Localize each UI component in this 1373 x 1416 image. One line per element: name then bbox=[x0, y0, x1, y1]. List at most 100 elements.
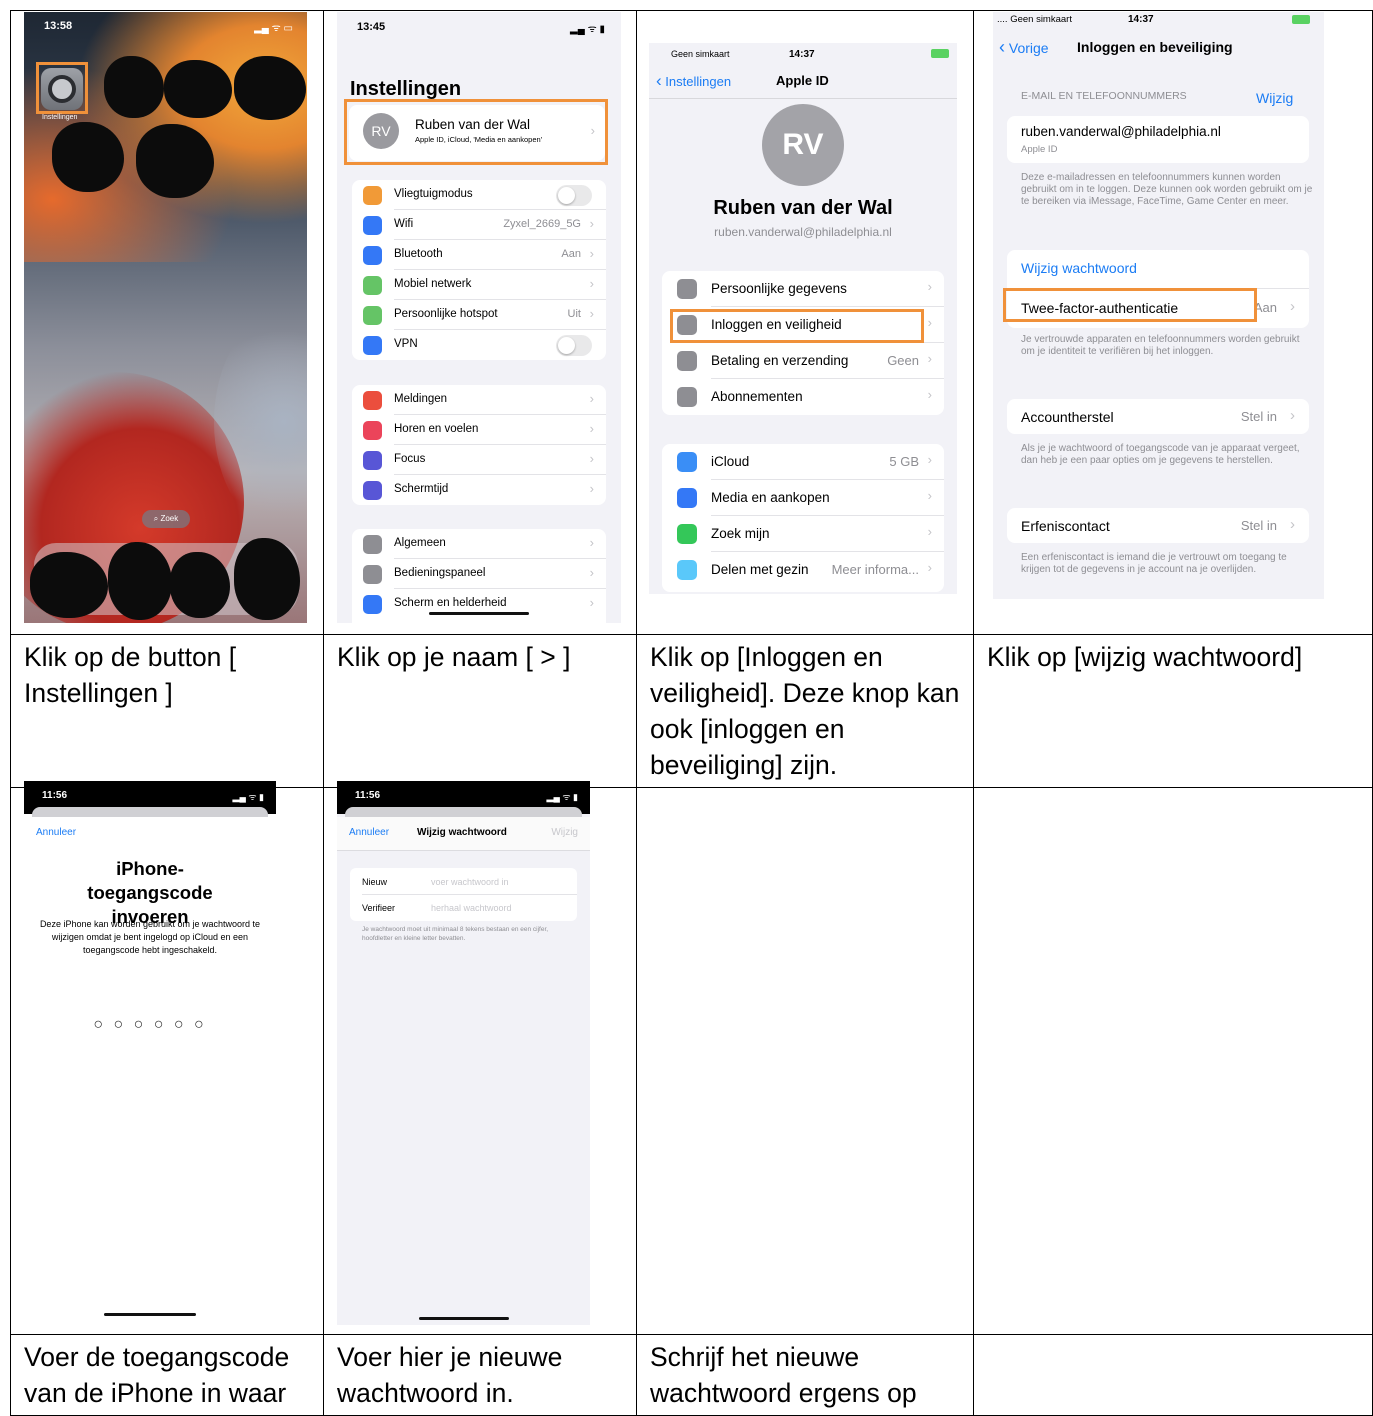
chevron-left-icon: ‹ bbox=[656, 71, 662, 90]
redaction bbox=[234, 56, 306, 120]
toggle-switch[interactable] bbox=[556, 334, 592, 356]
bell-icon bbox=[363, 390, 382, 410]
settings-row[interactable]: Zoek mijn › bbox=[662, 516, 944, 552]
email-card: ruben.vanderwal@philadelphia.nl Apple ID bbox=[1007, 116, 1309, 163]
passcode-dots[interactable]: ○ ○ ○ ○ ○ ○ bbox=[24, 1016, 276, 1034]
email-note: Deze e-mailadressen en telefoonnummers k… bbox=[1021, 172, 1313, 207]
chevron-right-icon: › bbox=[927, 279, 932, 295]
screenshot-settings: 13:45 ▂▄ ᯤ ▮ Instellingen RV Ruben van d… bbox=[337, 12, 621, 623]
settings-row[interactable]: Persoonlijke gegevens › bbox=[662, 271, 944, 307]
settings-row[interactable]: Delen met gezin Meer informa... › bbox=[662, 552, 944, 588]
findmy-icon bbox=[677, 524, 697, 544]
toggle-switch[interactable] bbox=[556, 184, 592, 206]
row-label: Betaling en verzending bbox=[711, 353, 849, 369]
id-card-icon bbox=[677, 279, 697, 299]
cloud-icon bbox=[677, 452, 697, 472]
nav-title: Inloggen en beveiliging bbox=[1077, 39, 1233, 55]
status-icons: ▂▄ ᯤ ▮ bbox=[570, 24, 605, 35]
hotspot-icon bbox=[363, 305, 382, 325]
chevron-right-icon: › bbox=[589, 565, 594, 581]
settings-row[interactable]: Algemeen › bbox=[352, 529, 606, 559]
back-button[interactable]: ‹ Vorige bbox=[999, 37, 1049, 58]
home-indicator bbox=[104, 1313, 196, 1316]
vpn-icon bbox=[363, 335, 382, 355]
new-password-input[interactable]: voer wachtwoord in bbox=[431, 877, 509, 887]
row-value: 5 GB bbox=[889, 454, 919, 470]
status-time: 14:37 bbox=[1128, 14, 1154, 25]
status-icons: ▂▄ ᯤ ▮ bbox=[546, 792, 578, 802]
chevron-right-icon: › bbox=[589, 306, 594, 322]
redaction bbox=[104, 56, 164, 118]
row-label: Bedieningspaneel bbox=[394, 567, 486, 580]
change-password-button[interactable]: Wijzig wachtwoord bbox=[1021, 260, 1137, 276]
account-email: ruben.vanderwal@philadelphia.nl bbox=[714, 225, 892, 239]
chevron-right-icon: › bbox=[589, 216, 594, 232]
section-header: E-MAIL EN TELEFOONNUMMERS bbox=[1021, 90, 1187, 102]
back-label: Instellingen bbox=[665, 74, 732, 89]
settings-row[interactable]: Focus › bbox=[352, 445, 606, 475]
switches-icon bbox=[363, 564, 382, 584]
status-time: 13:45 bbox=[357, 21, 386, 33]
row-value: Aan bbox=[561, 248, 581, 261]
settings-row[interactable]: Persoonlijke hotspot Uit › bbox=[352, 300, 606, 330]
chevron-right-icon: › bbox=[927, 524, 932, 540]
back-button[interactable]: ‹ Instellingen bbox=[656, 71, 731, 91]
settings-row[interactable]: Horen en voelen › bbox=[352, 415, 606, 445]
redaction bbox=[164, 60, 232, 118]
chevron-right-icon: › bbox=[589, 421, 594, 437]
status-carrier: Geen simkaart bbox=[671, 49, 730, 59]
redaction bbox=[170, 552, 230, 618]
legacy-note: Een erfeniscontact is iemand die je vert… bbox=[1021, 552, 1287, 575]
settings-row[interactable]: VPN bbox=[352, 330, 606, 360]
screenshot-passcode: 11:56 ▂▄ ᯤ ▮ Annuleer iPhone-toegangscod… bbox=[24, 781, 276, 1325]
caption-step-5: Voer de toegangscode van de iPhone in wa… bbox=[24, 1342, 290, 1408]
chevron-right-icon: › bbox=[927, 351, 932, 367]
home-indicator bbox=[429, 612, 529, 615]
row-label: Persoonlijke gegevens bbox=[711, 281, 847, 297]
highlight-settings bbox=[36, 62, 88, 114]
antenna-icon bbox=[363, 275, 382, 295]
gear-icon bbox=[363, 534, 382, 554]
settings-row[interactable]: Meldingen › bbox=[352, 385, 606, 415]
caption-step-8 bbox=[974, 1335, 1372, 1343]
email-value: ruben.vanderwal@philadelphia.nl bbox=[1021, 124, 1221, 139]
redaction bbox=[136, 124, 214, 198]
settings-app-label: Instellingen bbox=[42, 114, 78, 121]
row-label: Focus bbox=[394, 453, 426, 466]
settings-row[interactable]: Abonnementen › bbox=[662, 379, 944, 415]
settings-row[interactable]: Bluetooth Aan › bbox=[352, 240, 606, 270]
settings-row[interactable]: Vliegtuigmodus bbox=[352, 180, 606, 210]
row-value: Geen bbox=[887, 353, 919, 369]
settings-row[interactable]: Betaling en verzending Geen › bbox=[662, 343, 944, 379]
settings-row[interactable]: Media en aankopen › bbox=[662, 480, 944, 516]
chevron-right-icon: › bbox=[589, 451, 594, 467]
recovery-row[interactable]: Accountherstel Stel in › bbox=[1007, 399, 1309, 434]
edit-link[interactable]: Wijzig bbox=[1256, 90, 1293, 106]
row-label: Horen en voelen bbox=[394, 423, 479, 436]
home-indicator bbox=[419, 1317, 509, 1320]
row-value: Zyxel_2669_5G bbox=[503, 218, 581, 231]
settings-row[interactable]: Mobiel netwerk › bbox=[352, 270, 606, 300]
settings-row[interactable]: Bedieningspaneel › bbox=[352, 559, 606, 589]
family-icon bbox=[677, 560, 697, 580]
settings-row[interactable]: iCloud 5 GB › bbox=[662, 444, 944, 480]
status-icons: ▂▄ ᯤ ▮ bbox=[232, 792, 264, 802]
caption-step-2: Klik op je naam [ > ] bbox=[337, 642, 571, 672]
battery-icon bbox=[1292, 15, 1310, 24]
cancel-button[interactable]: Annuleer bbox=[36, 827, 76, 838]
verify-password-input[interactable]: herhaal wachtwoord bbox=[431, 903, 512, 913]
row-label: Algemeen bbox=[394, 537, 446, 550]
search-pill[interactable]: ⌕ Zoek bbox=[142, 510, 190, 528]
legacy-row[interactable]: Erfeniscontact Stel in › bbox=[1007, 508, 1309, 543]
status-carrier: .... Geen simkaart bbox=[997, 14, 1072, 25]
search-label: Zoek bbox=[160, 514, 179, 523]
row-label: VPN bbox=[394, 338, 418, 351]
account-name: Ruben van der Wal bbox=[713, 197, 893, 219]
cancel-button[interactable]: Annuleer bbox=[349, 827, 389, 838]
settings-row[interactable]: Schermtijd › bbox=[352, 475, 606, 505]
recovery-label: Accountherstel bbox=[1021, 409, 1114, 425]
settings-row[interactable]: Wifi Zyxel_2669_5G › bbox=[352, 210, 606, 240]
done-button[interactable]: Wijzig bbox=[551, 827, 578, 838]
bluetooth-icon bbox=[363, 245, 382, 265]
chevron-right-icon: › bbox=[1290, 298, 1295, 315]
